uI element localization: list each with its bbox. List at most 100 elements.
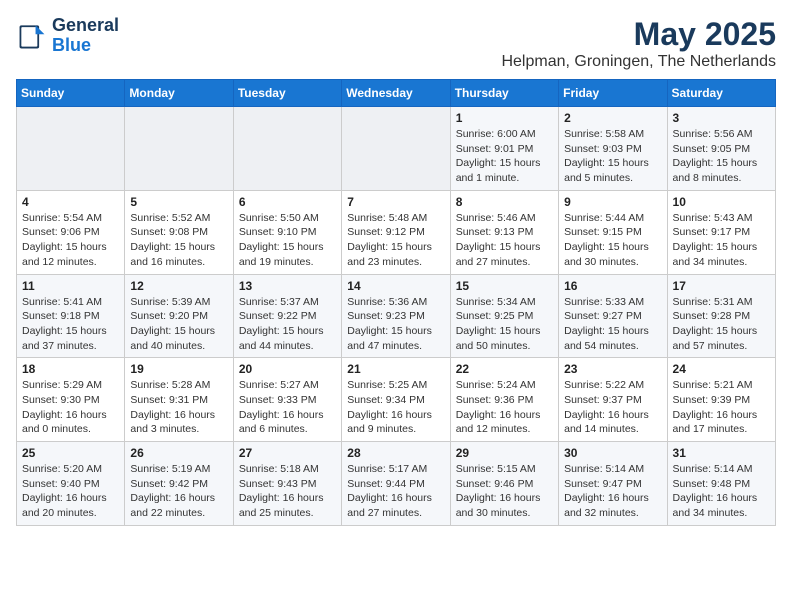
day-number: 31 xyxy=(673,446,770,460)
day-info: Sunrise: 6:00 AM Sunset: 9:01 PM Dayligh… xyxy=(456,127,553,186)
calendar-title: May 2025 xyxy=(501,16,776,53)
day-info: Sunrise: 5:29 AM Sunset: 9:30 PM Dayligh… xyxy=(22,378,119,437)
calendar-cell: 31 Sunrise: 5:14 AM Sunset: 9:48 PM Dayli… xyxy=(667,442,775,526)
day-number: 4 xyxy=(22,195,119,209)
calendar-cell: 16 Sunrise: 5:33 AM Sunset: 9:27 PM Dayli… xyxy=(559,274,667,358)
weekday-header: Monday xyxy=(125,80,233,107)
day-info: Sunrise: 5:43 AM Sunset: 9:17 PM Dayligh… xyxy=(673,211,770,270)
page-header: General Blue May 2025 Helpman, Groningen… xyxy=(16,16,776,71)
day-number: 6 xyxy=(239,195,336,209)
day-info: Sunrise: 5:18 AM Sunset: 9:43 PM Dayligh… xyxy=(239,462,336,521)
calendar-cell: 22 Sunrise: 5:24 AM Sunset: 9:36 PM Dayli… xyxy=(450,358,558,442)
day-number: 12 xyxy=(130,279,227,293)
calendar-cell: 10 Sunrise: 5:43 AM Sunset: 9:17 PM Dayli… xyxy=(667,190,775,274)
calendar-cell: 13 Sunrise: 5:37 AM Sunset: 9:22 PM Dayli… xyxy=(233,274,341,358)
day-number: 10 xyxy=(673,195,770,209)
calendar-cell: 23Sunrise: 5:22 AM Sunset: 9:37 PM Dayli… xyxy=(559,358,667,442)
weekday-header: Tuesday xyxy=(233,80,341,107)
calendar-cell xyxy=(233,107,341,191)
day-number: 17 xyxy=(673,279,770,293)
calendar-week-row: 18Sunrise: 5:29 AM Sunset: 9:30 PM Dayli… xyxy=(17,358,776,442)
day-number: 26 xyxy=(130,446,227,460)
weekday-header: Thursday xyxy=(450,80,558,107)
day-info: Sunrise: 5:15 AM Sunset: 9:46 PM Dayligh… xyxy=(456,462,553,521)
day-info: Sunrise: 5:22 AM Sunset: 9:37 PM Dayligh… xyxy=(564,378,661,437)
calendar-cell: 26 Sunrise: 5:19 AM Sunset: 9:42 PM Dayli… xyxy=(125,442,233,526)
calendar-cell: 11Sunrise: 5:41 AM Sunset: 9:18 PM Dayli… xyxy=(17,274,125,358)
day-info: Sunrise: 5:37 AM Sunset: 9:22 PM Dayligh… xyxy=(239,295,336,354)
day-number: 2 xyxy=(564,111,661,125)
calendar-cell xyxy=(342,107,450,191)
calendar-cell: 20Sunrise: 5:27 AM Sunset: 9:33 PM Dayli… xyxy=(233,358,341,442)
day-number: 1 xyxy=(456,111,553,125)
title-block: May 2025 Helpman, Groningen, The Netherl… xyxy=(501,16,776,71)
calendar-cell: 6 Sunrise: 5:50 AM Sunset: 9:10 PM Daylig… xyxy=(233,190,341,274)
day-number: 29 xyxy=(456,446,553,460)
calendar-cell: 24 Sunrise: 5:21 AM Sunset: 9:39 PM Dayli… xyxy=(667,358,775,442)
weekday-header: Friday xyxy=(559,80,667,107)
calendar-cell: 28 Sunrise: 5:17 AM Sunset: 9:44 PM Dayli… xyxy=(342,442,450,526)
day-info: Sunrise: 5:33 AM Sunset: 9:27 PM Dayligh… xyxy=(564,295,661,354)
day-info: Sunrise: 5:21 AM Sunset: 9:39 PM Dayligh… xyxy=(673,378,770,437)
day-number: 30 xyxy=(564,446,661,460)
day-info: Sunrise: 5:58 AM Sunset: 9:03 PM Dayligh… xyxy=(564,127,661,186)
weekday-header: Saturday xyxy=(667,80,775,107)
weekday-header: Wednesday xyxy=(342,80,450,107)
calendar-cell: 4 Sunrise: 5:54 AM Sunset: 9:06 PM Daylig… xyxy=(17,190,125,274)
calendar-cell: 7Sunrise: 5:48 AM Sunset: 9:12 PM Daylig… xyxy=(342,190,450,274)
logo-icon xyxy=(16,20,48,52)
day-info: Sunrise: 5:14 AM Sunset: 9:48 PM Dayligh… xyxy=(673,462,770,521)
day-number: 22 xyxy=(456,362,553,376)
calendar-cell: 1 Sunrise: 6:00 AM Sunset: 9:01 PM Daylig… xyxy=(450,107,558,191)
day-number: 16 xyxy=(564,279,661,293)
calendar-week-row: 11Sunrise: 5:41 AM Sunset: 9:18 PM Dayli… xyxy=(17,274,776,358)
day-number: 24 xyxy=(673,362,770,376)
day-info: Sunrise: 5:34 AM Sunset: 9:25 PM Dayligh… xyxy=(456,295,553,354)
day-number: 25 xyxy=(22,446,119,460)
day-info: Sunrise: 5:24 AM Sunset: 9:36 PM Dayligh… xyxy=(456,378,553,437)
calendar-cell: 25 Sunrise: 5:20 AM Sunset: 9:40 PM Dayli… xyxy=(17,442,125,526)
calendar-cell: 12 Sunrise: 5:39 AM Sunset: 9:20 PM Dayli… xyxy=(125,274,233,358)
calendar-cell: 2 Sunrise: 5:58 AM Sunset: 9:03 PM Daylig… xyxy=(559,107,667,191)
calendar-cell: 21 Sunrise: 5:25 AM Sunset: 9:34 PM Dayli… xyxy=(342,358,450,442)
day-number: 21 xyxy=(347,362,444,376)
day-info: Sunrise: 5:17 AM Sunset: 9:44 PM Dayligh… xyxy=(347,462,444,521)
calendar-cell: 3Sunrise: 5:56 AM Sunset: 9:05 PM Daylig… xyxy=(667,107,775,191)
day-number: 9 xyxy=(564,195,661,209)
calendar-cell: 8 Sunrise: 5:46 AM Sunset: 9:13 PM Daylig… xyxy=(450,190,558,274)
day-info: Sunrise: 5:48 AM Sunset: 9:12 PM Dayligh… xyxy=(347,211,444,270)
calendar-cell: 19Sunrise: 5:28 AM Sunset: 9:31 PM Dayli… xyxy=(125,358,233,442)
calendar-table: SundayMondayTuesdayWednesdayThursdayFrid… xyxy=(16,79,776,526)
day-info: Sunrise: 5:20 AM Sunset: 9:40 PM Dayligh… xyxy=(22,462,119,521)
calendar-cell xyxy=(125,107,233,191)
day-number: 13 xyxy=(239,279,336,293)
calendar-cell xyxy=(17,107,125,191)
day-info: Sunrise: 5:36 AM Sunset: 9:23 PM Dayligh… xyxy=(347,295,444,354)
calendar-week-row: 25 Sunrise: 5:20 AM Sunset: 9:40 PM Dayli… xyxy=(17,442,776,526)
day-info: Sunrise: 5:56 AM Sunset: 9:05 PM Dayligh… xyxy=(673,127,770,186)
day-info: Sunrise: 5:46 AM Sunset: 9:13 PM Dayligh… xyxy=(456,211,553,270)
day-info: Sunrise: 5:54 AM Sunset: 9:06 PM Dayligh… xyxy=(22,211,119,270)
calendar-week-row: 4 Sunrise: 5:54 AM Sunset: 9:06 PM Daylig… xyxy=(17,190,776,274)
day-info: Sunrise: 5:19 AM Sunset: 9:42 PM Dayligh… xyxy=(130,462,227,521)
day-info: Sunrise: 5:44 AM Sunset: 9:15 PM Dayligh… xyxy=(564,211,661,270)
day-number: 20 xyxy=(239,362,336,376)
day-info: Sunrise: 5:14 AM Sunset: 9:47 PM Dayligh… xyxy=(564,462,661,521)
day-number: 28 xyxy=(347,446,444,460)
calendar-cell: 30 Sunrise: 5:14 AM Sunset: 9:47 PM Dayli… xyxy=(559,442,667,526)
calendar-week-row: 1 Sunrise: 6:00 AM Sunset: 9:01 PM Daylig… xyxy=(17,107,776,191)
calendar-cell: 17Sunrise: 5:31 AM Sunset: 9:28 PM Dayli… xyxy=(667,274,775,358)
day-info: Sunrise: 5:28 AM Sunset: 9:31 PM Dayligh… xyxy=(130,378,227,437)
day-info: Sunrise: 5:50 AM Sunset: 9:10 PM Dayligh… xyxy=(239,211,336,270)
day-number: 14 xyxy=(347,279,444,293)
calendar-cell: 29 Sunrise: 5:15 AM Sunset: 9:46 PM Dayli… xyxy=(450,442,558,526)
day-info: Sunrise: 5:52 AM Sunset: 9:08 PM Dayligh… xyxy=(130,211,227,270)
calendar-cell: 14 Sunrise: 5:36 AM Sunset: 9:23 PM Dayli… xyxy=(342,274,450,358)
weekday-header-row: SundayMondayTuesdayWednesdayThursdayFrid… xyxy=(17,80,776,107)
day-number: 8 xyxy=(456,195,553,209)
day-info: Sunrise: 5:39 AM Sunset: 9:20 PM Dayligh… xyxy=(130,295,227,354)
calendar-cell: 18Sunrise: 5:29 AM Sunset: 9:30 PM Dayli… xyxy=(17,358,125,442)
calendar-subtitle: Helpman, Groningen, The Netherlands xyxy=(501,53,776,71)
logo: General Blue xyxy=(16,16,119,56)
day-info: Sunrise: 5:25 AM Sunset: 9:34 PM Dayligh… xyxy=(347,378,444,437)
